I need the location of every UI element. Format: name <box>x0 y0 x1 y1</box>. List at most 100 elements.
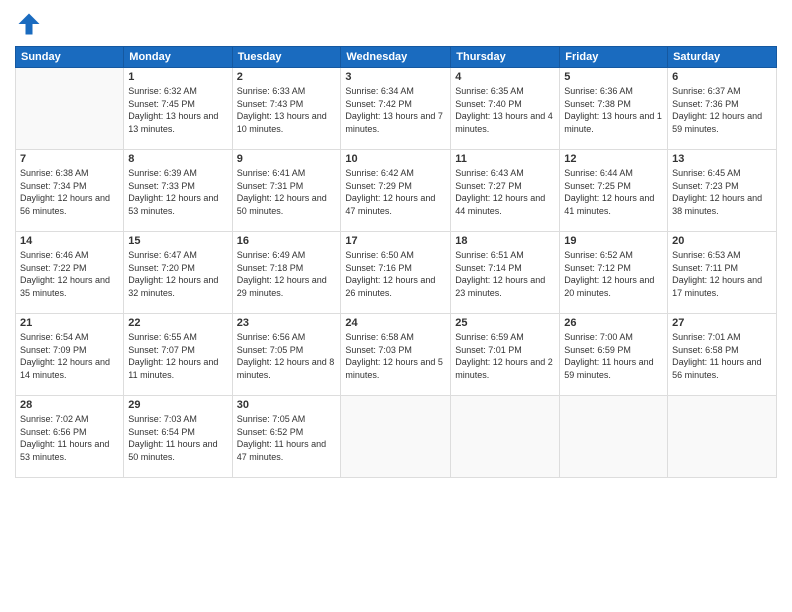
day-info: Sunrise: 6:50 AMSunset: 7:16 PMDaylight:… <box>345 249 446 299</box>
week-row-1: 1 Sunrise: 6:32 AMSunset: 7:45 PMDaylight… <box>16 68 777 150</box>
day-cell <box>16 68 124 150</box>
day-info: Sunrise: 6:45 AMSunset: 7:23 PMDaylight:… <box>672 167 772 217</box>
day-number: 6 <box>672 71 772 83</box>
day-cell: 6 Sunrise: 6:37 AMSunset: 7:36 PMDaylight… <box>668 68 777 150</box>
day-number: 16 <box>237 235 337 247</box>
day-info: Sunrise: 6:42 AMSunset: 7:29 PMDaylight:… <box>345 167 446 217</box>
day-info: Sunrise: 6:55 AMSunset: 7:07 PMDaylight:… <box>128 331 227 381</box>
day-number: 1 <box>128 71 227 83</box>
day-number: 2 <box>237 71 337 83</box>
day-info: Sunrise: 7:00 AMSunset: 6:59 PMDaylight:… <box>564 331 663 381</box>
day-info: Sunrise: 6:39 AMSunset: 7:33 PMDaylight:… <box>128 167 227 217</box>
day-info: Sunrise: 7:05 AMSunset: 6:52 PMDaylight:… <box>237 413 337 463</box>
day-number: 19 <box>564 235 663 247</box>
day-info: Sunrise: 6:52 AMSunset: 7:12 PMDaylight:… <box>564 249 663 299</box>
day-number: 13 <box>672 153 772 165</box>
day-cell: 18Sunrise: 6:51 AMSunset: 7:14 PMDayligh… <box>451 232 560 314</box>
day-number: 24 <box>345 317 446 329</box>
day-number: 30 <box>237 399 337 411</box>
day-cell: 23 Sunrise: 6:56 AMSunset: 7:05 PMDayligh… <box>232 314 341 396</box>
weekday-header-friday: Friday <box>560 47 668 68</box>
day-cell: 4Sunrise: 6:35 AMSunset: 7:40 PMDaylight… <box>451 68 560 150</box>
day-cell <box>668 396 777 478</box>
day-cell: 26 Sunrise: 7:00 AMSunset: 6:59 PMDayligh… <box>560 314 668 396</box>
day-info: Sunrise: 6:59 AMSunset: 7:01 PMDaylight:… <box>455 331 555 381</box>
page: SundayMondayTuesdayWednesdayThursdayFrid… <box>0 0 792 612</box>
day-number: 8 <box>128 153 227 165</box>
day-cell: 25 Sunrise: 6:59 AMSunset: 7:01 PMDayligh… <box>451 314 560 396</box>
header <box>15 10 777 38</box>
day-info: Sunrise: 6:47 AMSunset: 7:20 PMDaylight:… <box>128 249 227 299</box>
day-number: 3 <box>345 71 446 83</box>
week-row-4: 21 Sunrise: 6:54 AMSunset: 7:09 PMDayligh… <box>16 314 777 396</box>
day-number: 12 <box>564 153 663 165</box>
day-cell <box>560 396 668 478</box>
day-cell: 10Sunrise: 6:42 AMSunset: 7:29 PMDayligh… <box>341 150 451 232</box>
day-cell: 11 Sunrise: 6:43 AMSunset: 7:27 PMDayligh… <box>451 150 560 232</box>
day-info: Sunrise: 6:37 AMSunset: 7:36 PMDaylight:… <box>672 85 772 135</box>
weekday-header-monday: Monday <box>124 47 232 68</box>
day-info: Sunrise: 6:46 AMSunset: 7:22 PMDaylight:… <box>20 249 119 299</box>
day-cell: 15 Sunrise: 6:47 AMSunset: 7:20 PMDayligh… <box>124 232 232 314</box>
day-number: 5 <box>564 71 663 83</box>
day-cell: 28Sunrise: 7:02 AMSunset: 6:56 PMDayligh… <box>16 396 124 478</box>
day-info: Sunrise: 6:38 AMSunset: 7:34 PMDaylight:… <box>20 167 119 217</box>
day-cell: 5 Sunrise: 6:36 AMSunset: 7:38 PMDaylight… <box>560 68 668 150</box>
weekday-header-row: SundayMondayTuesdayWednesdayThursdayFrid… <box>16 47 777 68</box>
day-cell: 22 Sunrise: 6:55 AMSunset: 7:07 PMDayligh… <box>124 314 232 396</box>
week-row-5: 28Sunrise: 7:02 AMSunset: 6:56 PMDayligh… <box>16 396 777 478</box>
day-number: 17 <box>345 235 446 247</box>
day-info: Sunrise: 6:49 AMSunset: 7:18 PMDaylight:… <box>237 249 337 299</box>
weekday-header-thursday: Thursday <box>451 47 560 68</box>
day-cell: 17 Sunrise: 6:50 AMSunset: 7:16 PMDayligh… <box>341 232 451 314</box>
weekday-header-saturday: Saturday <box>668 47 777 68</box>
day-cell: 7Sunrise: 6:38 AMSunset: 7:34 PMDaylight… <box>16 150 124 232</box>
day-number: 22 <box>128 317 227 329</box>
day-number: 23 <box>237 317 337 329</box>
day-cell: 20 Sunrise: 6:53 AMSunset: 7:11 PMDayligh… <box>668 232 777 314</box>
weekday-header-sunday: Sunday <box>16 47 124 68</box>
day-cell <box>451 396 560 478</box>
day-cell: 8 Sunrise: 6:39 AMSunset: 7:33 PMDaylight… <box>124 150 232 232</box>
day-info: Sunrise: 6:43 AMSunset: 7:27 PMDaylight:… <box>455 167 555 217</box>
weekday-header-tuesday: Tuesday <box>232 47 341 68</box>
day-cell: 13 Sunrise: 6:45 AMSunset: 7:23 PMDayligh… <box>668 150 777 232</box>
day-cell: 1 Sunrise: 6:32 AMSunset: 7:45 PMDaylight… <box>124 68 232 150</box>
day-cell: 3 Sunrise: 6:34 AMSunset: 7:42 PMDaylight… <box>341 68 451 150</box>
day-info: Sunrise: 6:54 AMSunset: 7:09 PMDaylight:… <box>20 331 119 381</box>
day-info: Sunrise: 6:41 AMSunset: 7:31 PMDaylight:… <box>237 167 337 217</box>
day-cell: 12 Sunrise: 6:44 AMSunset: 7:25 PMDayligh… <box>560 150 668 232</box>
weekday-header-wednesday: Wednesday <box>341 47 451 68</box>
day-cell: 2Sunrise: 6:33 AMSunset: 7:43 PMDaylight… <box>232 68 341 150</box>
day-cell: 21 Sunrise: 6:54 AMSunset: 7:09 PMDayligh… <box>16 314 124 396</box>
day-cell: 24 Sunrise: 6:58 AMSunset: 7:03 PMDayligh… <box>341 314 451 396</box>
day-number: 4 <box>455 71 555 83</box>
day-number: 25 <box>455 317 555 329</box>
day-cell: 29 Sunrise: 7:03 AMSunset: 6:54 PMDayligh… <box>124 396 232 478</box>
day-info: Sunrise: 6:58 AMSunset: 7:03 PMDaylight:… <box>345 331 446 381</box>
day-info: Sunrise: 6:56 AMSunset: 7:05 PMDaylight:… <box>237 331 337 381</box>
day-number: 15 <box>128 235 227 247</box>
day-info: Sunrise: 6:44 AMSunset: 7:25 PMDaylight:… <box>564 167 663 217</box>
day-number: 21 <box>20 317 119 329</box>
day-info: Sunrise: 7:03 AMSunset: 6:54 PMDaylight:… <box>128 413 227 463</box>
day-info: Sunrise: 7:01 AMSunset: 6:58 PMDaylight:… <box>672 331 772 381</box>
day-cell: 19 Sunrise: 6:52 AMSunset: 7:12 PMDayligh… <box>560 232 668 314</box>
day-number: 29 <box>128 399 227 411</box>
day-number: 27 <box>672 317 772 329</box>
day-info: Sunrise: 6:32 AMSunset: 7:45 PMDaylight:… <box>128 85 227 135</box>
day-info: Sunrise: 6:36 AMSunset: 7:38 PMDaylight:… <box>564 85 663 135</box>
day-info: Sunrise: 6:34 AMSunset: 7:42 PMDaylight:… <box>345 85 446 135</box>
week-row-3: 14 Sunrise: 6:46 AMSunset: 7:22 PMDayligh… <box>16 232 777 314</box>
logo <box>15 10 47 38</box>
day-number: 11 <box>455 153 555 165</box>
day-info: Sunrise: 6:51 AMSunset: 7:14 PMDaylight:… <box>455 249 555 299</box>
week-row-2: 7Sunrise: 6:38 AMSunset: 7:34 PMDaylight… <box>16 150 777 232</box>
day-number: 28 <box>20 399 119 411</box>
day-number: 26 <box>564 317 663 329</box>
day-info: Sunrise: 6:53 AMSunset: 7:11 PMDaylight:… <box>672 249 772 299</box>
day-number: 14 <box>20 235 119 247</box>
day-number: 20 <box>672 235 772 247</box>
day-cell <box>341 396 451 478</box>
calendar-table: SundayMondayTuesdayWednesdayThursdayFrid… <box>15 46 777 478</box>
